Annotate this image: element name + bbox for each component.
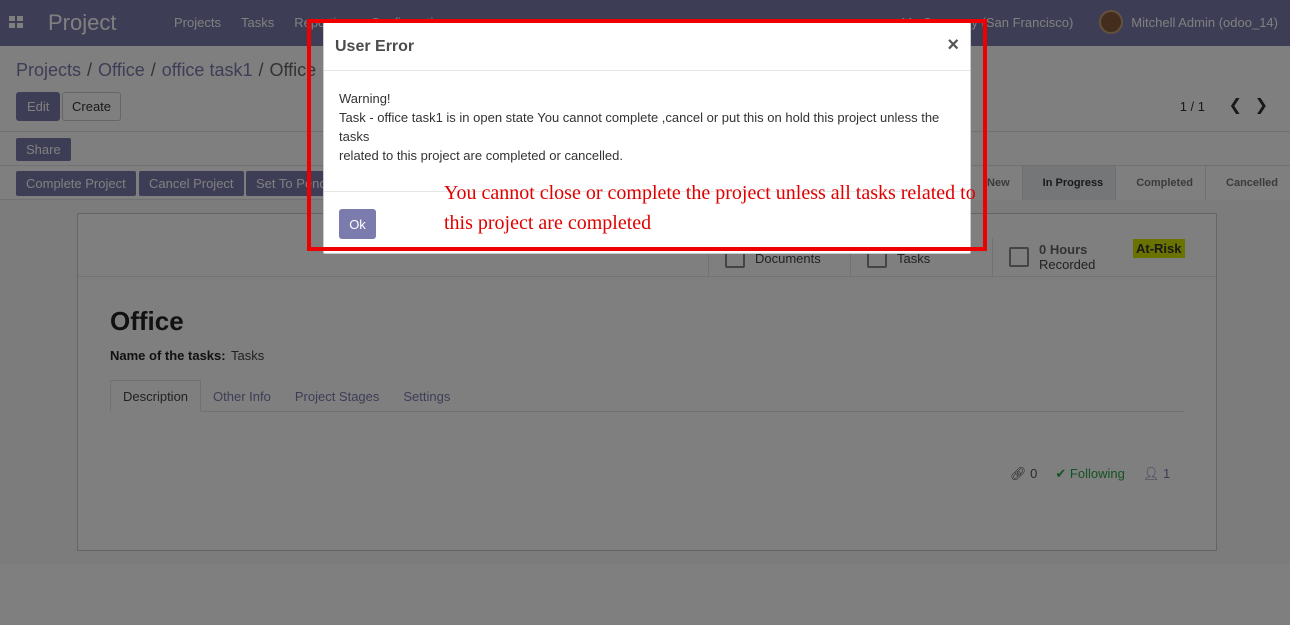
annotation-text: You cannot close or complete the project…	[444, 182, 976, 234]
